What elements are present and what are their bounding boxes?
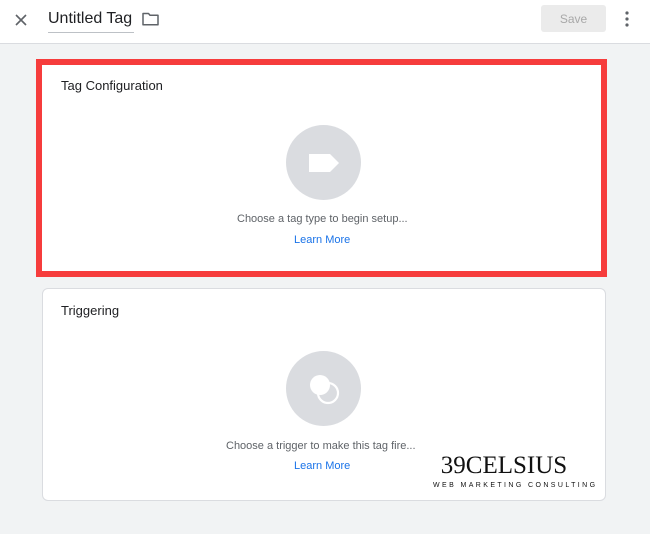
save-button[interactable]: Save — [541, 5, 606, 32]
tag-configuration-card[interactable]: Tag Configuration Choose a tag type to b… — [36, 59, 607, 277]
watermark-logo: 39CELSIUS WEB MARKETING CONSULTING — [433, 452, 598, 490]
tag-label-icon — [308, 153, 339, 172]
folder-button[interactable] — [140, 8, 160, 30]
triggering-learn-more-link[interactable]: Learn More — [294, 460, 350, 472]
trigger-circles-icon — [309, 374, 339, 404]
editor-header: Untitled Tag Save — [0, 0, 650, 44]
tag-name-field[interactable]: Untitled Tag — [48, 8, 135, 33]
close-icon — [15, 14, 27, 26]
triggering-title: Triggering — [61, 303, 120, 318]
folder-icon — [141, 12, 159, 26]
watermark-tagline: WEB MARKETING CONSULTING — [433, 482, 598, 489]
tag-configuration-hint: Choose a tag type to begin setup... — [237, 213, 408, 225]
watermark-name: 39CELSIUS — [440, 452, 568, 479]
close-button[interactable] — [9, 8, 33, 32]
more-vert-icon — [625, 11, 629, 27]
triggering-hint: Choose a trigger to make this tag fire..… — [226, 440, 416, 452]
more-options-button[interactable] — [617, 7, 637, 31]
tag-configuration-learn-more-link[interactable]: Learn More — [294, 234, 350, 246]
choose-trigger-button[interactable] — [286, 351, 361, 426]
tag-configuration-title: Tag Configuration — [61, 78, 163, 93]
choose-tag-type-button[interactable] — [286, 125, 361, 200]
